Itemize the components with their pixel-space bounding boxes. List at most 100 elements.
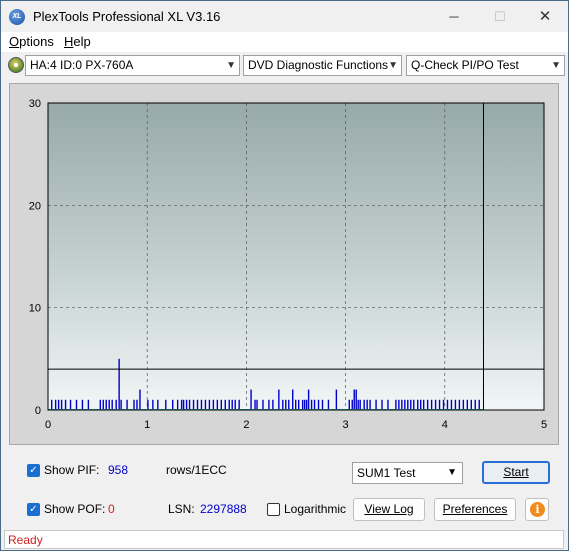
pif-bar [108, 399, 110, 410]
view-log-button[interactable]: View Log [353, 498, 425, 521]
x-tick-label: 5 [541, 419, 547, 431]
pif-bar [313, 399, 316, 410]
lsn-value: 2297888 [200, 502, 247, 516]
pif-bar [292, 389, 294, 410]
pif-bar [87, 399, 90, 410]
pif-bar [398, 399, 400, 410]
y-tick-label: 30 [29, 98, 41, 110]
pof-value: 0 [108, 502, 115, 516]
pif-bar [278, 389, 280, 410]
drive-select[interactable]: HA:4 ID:0 PX-760A ▼ [25, 55, 240, 76]
pipo-chart: 0 10 20 30 0 1 2 3 4 5 [29, 98, 547, 431]
pif-bar [462, 399, 465, 410]
pif-bar [466, 399, 469, 410]
pif-bar [348, 399, 350, 410]
test-select[interactable]: Q-Check PI/PO Test ▼ [406, 55, 565, 76]
pif-bar [450, 399, 453, 410]
maximize-button[interactable]: ☐ [477, 1, 523, 32]
start-button[interactable]: Start [482, 461, 550, 484]
pif-bar [438, 399, 441, 410]
pif-bar [307, 389, 310, 410]
pif-bar [404, 399, 406, 410]
x-tick-label: 3 [343, 419, 349, 431]
x-tick-label: 4 [442, 419, 448, 431]
pif-bar [369, 399, 371, 410]
window-title: PlexTools Professional XL V3.16 [33, 9, 221, 24]
pif-bar [212, 399, 215, 410]
preferences-button[interactable]: Preferences [434, 498, 516, 521]
close-button[interactable]: ✕ [522, 1, 568, 32]
pif-bar [422, 399, 425, 410]
pif-bar [256, 399, 258, 410]
pif-bar [478, 399, 480, 410]
pif-bar [295, 399, 297, 410]
pif-bar [446, 399, 449, 410]
pif-bar [75, 399, 78, 410]
chevron-down-icon: ▼ [388, 60, 398, 71]
pif-bar [115, 399, 117, 410]
pif-bar [282, 399, 284, 410]
pif-bar [50, 399, 53, 410]
pif-bar [105, 399, 107, 410]
app-logo-icon: XL [9, 9, 25, 25]
title-bar[interactable]: XL PlexTools Professional XL V3.16 ─ ☐ ✕ [1, 1, 568, 32]
pif-bar [228, 399, 230, 410]
y-tick-label: 10 [29, 303, 41, 315]
pif-bar [430, 399, 433, 410]
pif-bar [231, 399, 233, 410]
pif-bar [102, 399, 104, 410]
pif-bar [64, 399, 67, 410]
pif-bar [200, 399, 203, 410]
pif-bar [303, 399, 306, 410]
pif-bar [176, 399, 179, 410]
show-pof-checkbox[interactable]: ✓ [27, 503, 40, 516]
pif-bar [387, 399, 389, 410]
pif-bar [357, 399, 359, 410]
pif-bar [126, 399, 128, 410]
show-pif-checkbox[interactable]: ✓ [27, 464, 40, 477]
preferences-button-label: Preferences [442, 502, 508, 516]
app-window: XL PlexTools Professional XL V3.16 ─ ☐ ✕… [0, 0, 569, 551]
pif-bar [317, 399, 320, 410]
pif-bar [417, 399, 419, 410]
pif-bar [327, 399, 330, 410]
minimize-button[interactable]: ─ [431, 1, 477, 32]
pif-bar [234, 399, 236, 410]
pif-bar [407, 399, 409, 410]
pif-bar [204, 399, 207, 410]
pif-bar [410, 399, 412, 410]
pif-bar [182, 399, 185, 410]
info-button[interactable]: i [525, 498, 549, 521]
pif-bar [395, 399, 397, 410]
pif-value: 958 [108, 463, 129, 477]
logarithmic-checkbox[interactable] [267, 503, 280, 516]
menu-options[interactable]: Options [9, 34, 54, 49]
lsn-label: LSN: [168, 502, 195, 516]
pif-bar [216, 399, 219, 410]
pif-bar [152, 399, 154, 410]
menu-help[interactable]: Help [64, 34, 91, 49]
pif-bar [133, 399, 135, 410]
pif-bar [401, 399, 403, 410]
y-tick-label: 20 [29, 200, 41, 212]
status-text: Ready [8, 533, 43, 547]
sum-test-value: SUM1 Test [357, 466, 416, 480]
pif-bar [426, 399, 429, 410]
pif-bar [120, 399, 122, 410]
pif-bar [192, 399, 195, 410]
pif-bar [196, 399, 199, 410]
pif-bar [180, 399, 183, 410]
pif-bar [310, 399, 313, 410]
menu-bar: Options Help [1, 32, 568, 52]
pif-bar [420, 399, 422, 410]
pif-bar [139, 389, 141, 410]
pif-bar [188, 399, 191, 410]
pif-bar [474, 399, 476, 410]
view-log-button-label: View Log [364, 502, 414, 516]
pif-bar [99, 399, 101, 410]
function-select[interactable]: DVD Diagnostic Functions ▼ [243, 55, 402, 76]
sum-test-select[interactable]: SUM1 Test ▼ [352, 462, 463, 484]
pif-bar [375, 399, 377, 410]
pif-bar [220, 399, 223, 410]
pif-bar [157, 399, 159, 410]
